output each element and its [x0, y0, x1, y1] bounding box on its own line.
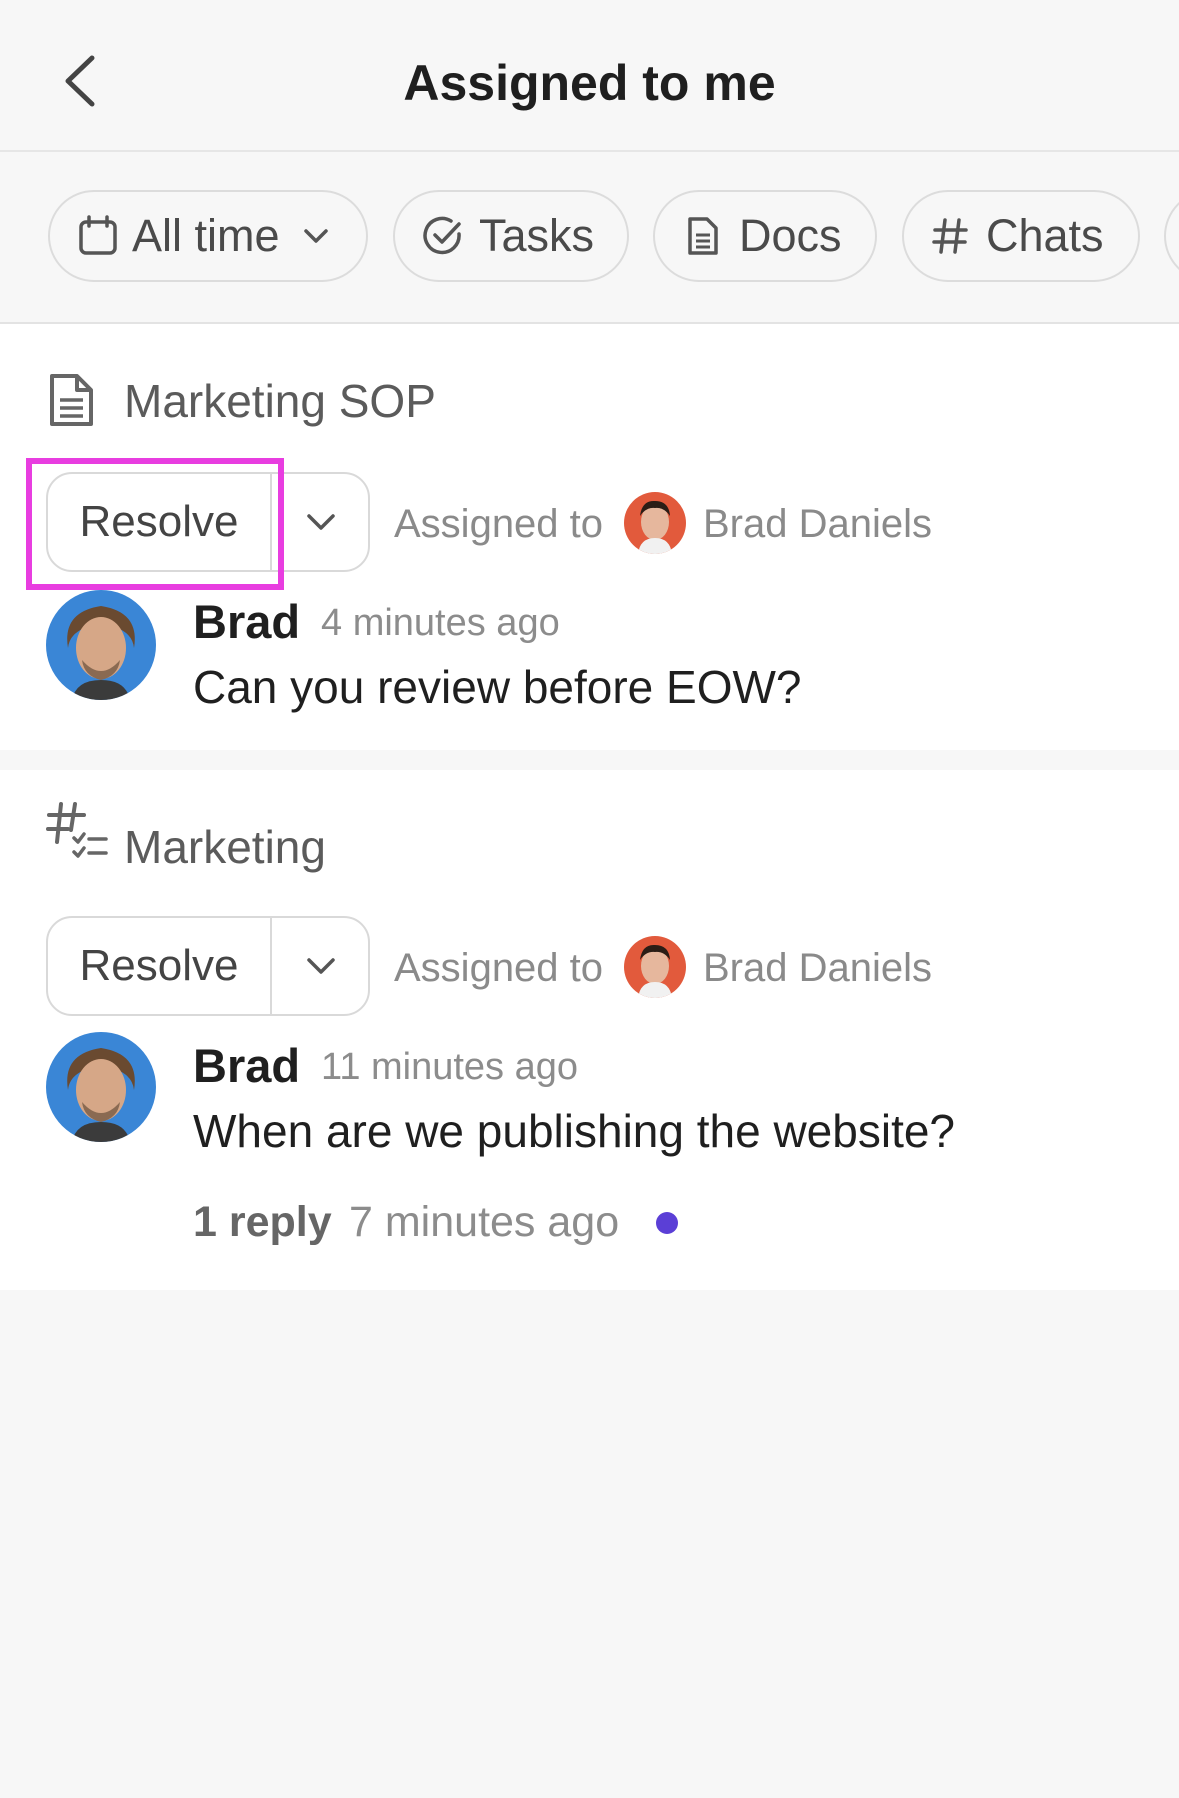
person-avatar-icon: [624, 492, 686, 554]
document-icon: [50, 374, 93, 426]
assigned-item: Marketing SOP Resolve Assigned to Brad D…: [0, 324, 1179, 750]
assigned-item: Marketing Resolve Assigned to Brad Danie…: [0, 770, 1179, 1290]
unread-indicator: [656, 1212, 678, 1234]
author-name: Brad: [193, 595, 301, 648]
resolve-button[interactable]: Resolve: [48, 918, 272, 1014]
message-timestamp: 11 minutes ago: [321, 1046, 579, 1088]
person-avatar-icon: [624, 936, 686, 998]
resolve-button[interactable]: Resolve: [48, 474, 272, 570]
filter-chip-label: Docs: [739, 210, 842, 261]
person-avatar-icon: [46, 1032, 156, 1142]
author-name: Brad: [193, 1039, 301, 1092]
hash-icon: [932, 218, 968, 254]
assignee-name[interactable]: Brad Daniels: [703, 502, 932, 547]
filter-chip-docs[interactable]: Docs: [653, 190, 877, 282]
reply-timestamp: 7 minutes ago: [349, 1198, 620, 1246]
resolve-split-button: Resolve: [46, 472, 370, 572]
assigned-to-label: Assigned to: [394, 502, 604, 546]
filter-chip-all-time[interactable]: All time: [48, 190, 368, 282]
message-text[interactable]: Can you review before EOW?: [193, 660, 802, 714]
assignee-name[interactable]: Brad Daniels: [703, 946, 932, 991]
chevron-down-icon: [307, 514, 335, 530]
assignee-avatar[interactable]: [624, 936, 686, 998]
message-timestamp: 4 minutes ago: [321, 602, 560, 644]
assigned-to-label: Assigned to: [394, 946, 604, 990]
channel-tasks-icon: [46, 802, 108, 858]
author-avatar[interactable]: [46, 1032, 156, 1142]
filter-chip-tasks[interactable]: Tasks: [393, 190, 629, 282]
reply-count-link[interactable]: 1 reply: [193, 1198, 332, 1247]
chevron-down-icon: [307, 958, 335, 974]
filter-chip-label: All time: [132, 210, 280, 261]
filter-chip-overflow[interactable]: [1164, 190, 1179, 282]
person-avatar-icon: [46, 590, 156, 700]
page-title: Assigned to me: [403, 55, 776, 111]
check-circle-icon: [423, 216, 461, 255]
message-text[interactable]: When are we publishing the website?: [193, 1104, 955, 1158]
filter-chip-label: Chats: [986, 210, 1104, 261]
item-location: Marketing SOP: [124, 375, 436, 427]
item-location: Marketing: [124, 821, 326, 873]
filter-chip-chats[interactable]: Chats: [902, 190, 1140, 282]
header-bar: Assigned to me: [0, 0, 1179, 152]
assignee-avatar[interactable]: [624, 492, 686, 554]
document-icon: [688, 217, 718, 255]
filter-bar: All time Tasks Docs Chats: [0, 152, 1179, 324]
chevron-down-icon: [303, 229, 328, 243]
resolve-options-button[interactable]: [274, 474, 368, 570]
resolve-options-button[interactable]: [274, 918, 368, 1014]
resolve-split-button: Resolve: [46, 916, 370, 1016]
author-avatar[interactable]: [46, 590, 156, 700]
filter-chip-label: Tasks: [479, 210, 595, 261]
calendar-icon: [79, 215, 117, 255]
